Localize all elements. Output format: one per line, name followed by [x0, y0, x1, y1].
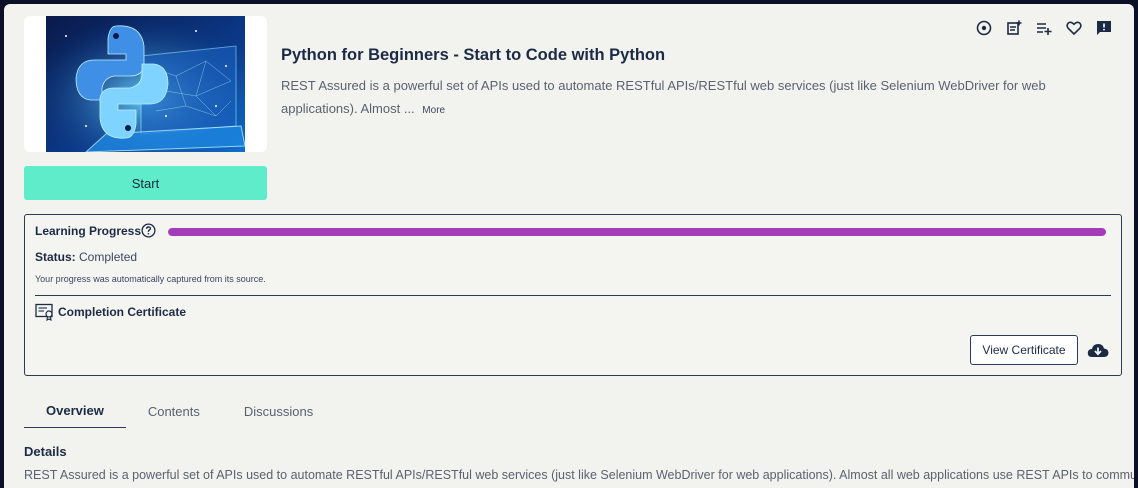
learning-progress-card: Learning Progress Status: Completed Your…: [24, 214, 1122, 376]
course-thumbnail-card: [24, 16, 267, 152]
help-circle-icon[interactable]: [141, 223, 156, 243]
view-certificate-button[interactable]: View Certificate: [970, 335, 1078, 365]
target-icon[interactable]: [974, 18, 994, 38]
progress-bar: [168, 228, 1106, 236]
cloud-download-icon[interactable]: [1087, 342, 1109, 363]
course-tabs: Overview Contents Discussions: [24, 394, 335, 428]
course-description: REST Assured is a powerful set of APIs u…: [281, 74, 1081, 122]
course-description-text: REST Assured is a powerful set of APIs u…: [281, 78, 1046, 116]
learning-progress-label: Learning Progress: [35, 224, 142, 238]
divider: [35, 295, 1111, 296]
details-text: REST Assured is a powerful set of APIs u…: [24, 468, 1134, 482]
add-note-icon[interactable]: [1004, 18, 1024, 38]
feedback-icon[interactable]: [1094, 18, 1114, 38]
tab-overview[interactable]: Overview: [24, 394, 126, 428]
course-actions: [974, 18, 1114, 38]
progress-bar-fill: [168, 228, 1106, 236]
course-title: Python for Beginners - Start to Code wit…: [281, 46, 666, 64]
progress-status: Status: Completed: [35, 250, 137, 264]
details-heading: Details: [24, 444, 67, 459]
more-link[interactable]: More: [422, 105, 445, 116]
progress-note: Your progress was automatically captured…: [35, 274, 266, 284]
course-thumbnail: [46, 16, 245, 152]
status-label: Status:: [35, 250, 76, 264]
status-value: Completed: [79, 250, 138, 264]
tab-contents[interactable]: Contents: [126, 394, 222, 428]
certificate-icon: [35, 303, 55, 326]
start-button[interactable]: Start: [24, 166, 267, 200]
add-to-playlist-icon[interactable]: [1034, 18, 1054, 38]
tab-discussions[interactable]: Discussions: [222, 394, 335, 428]
course-panel: Start Python for Beginners - Start to Co…: [4, 4, 1134, 488]
heart-icon[interactable]: [1064, 18, 1084, 38]
certificate-label: Completion Certificate: [58, 305, 187, 319]
